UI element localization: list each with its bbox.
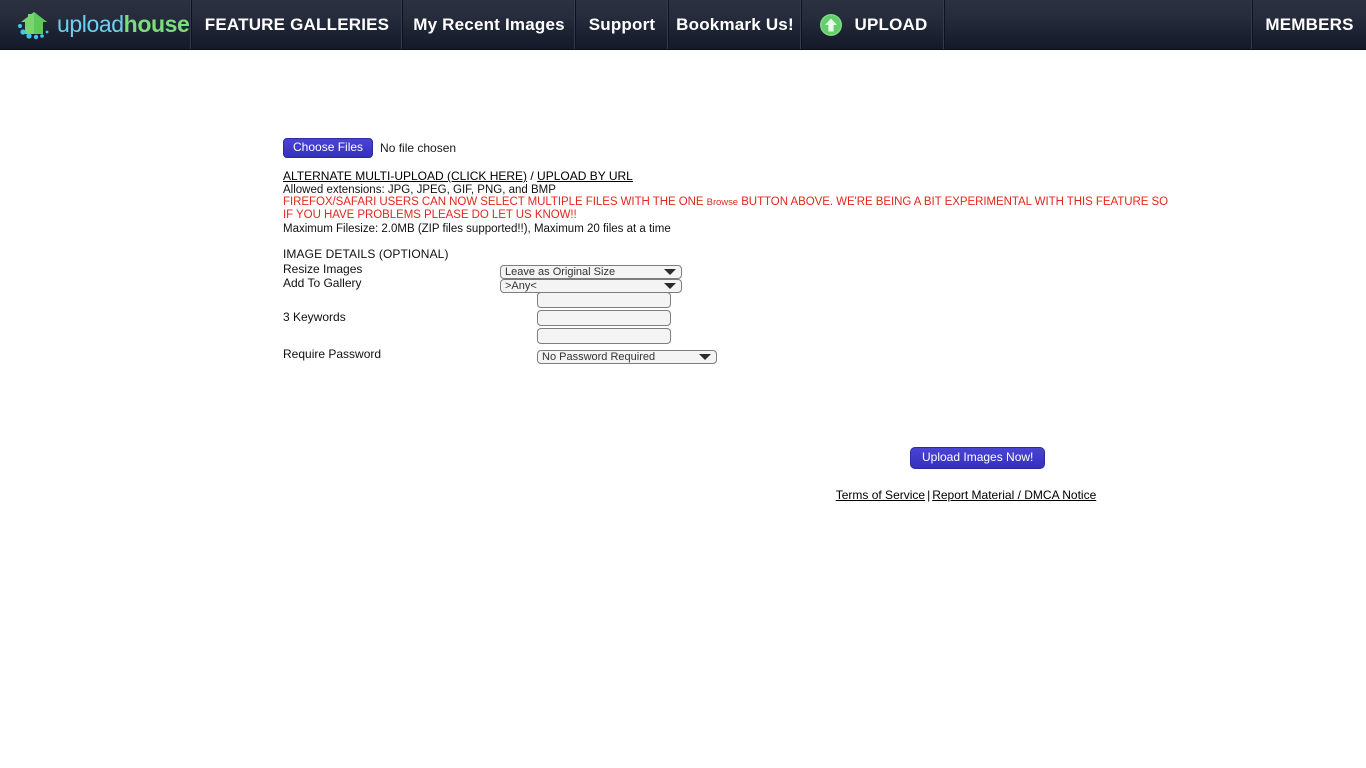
nav-support-label: Support	[588, 14, 656, 34]
multi-upload-warning-line-2: IF YOU HAVE PROBLEMS PLEASE DO LET US KN…	[283, 208, 577, 221]
keyword-input-1[interactable]	[537, 291, 671, 308]
upload-by-url-link[interactable]: UPLOAD BY URL	[537, 169, 633, 183]
add-to-gallery-select-wrap: >Any<	[500, 276, 682, 294]
file-status-text: No file chosen	[380, 140, 457, 155]
nav-upload-label: UPLOAD	[854, 14, 928, 34]
image-details-fields: Resize Images Leave as Original Size Add…	[283, 261, 1283, 364]
nav-my-recent-images-label: My Recent Images	[413, 14, 565, 34]
image-details-heading: IMAGE DETAILS (OPTIONAL)	[283, 246, 449, 261]
choose-files-button[interactable]: Choose Files	[283, 137, 374, 158]
upload-images-now-button[interactable]: Upload Images Now!	[910, 447, 1046, 469]
logo-text-house: house	[123, 11, 190, 37]
logo-wordmark: uploadhouse	[57, 11, 190, 38]
keyword-input-3[interactable]	[537, 327, 671, 344]
nav-bookmark-us[interactable]: Bookmark Us!	[669, 0, 802, 49]
warning-text-b: BUTTON ABOVE. WE'RE BEING A BIT EXPERIME…	[738, 196, 1169, 208]
require-password-select[interactable]: No Password Required	[537, 349, 717, 364]
add-to-gallery-select[interactable]: >Any<	[500, 278, 682, 293]
require-password-row: Require Password No Password Required	[283, 346, 1283, 364]
terms-of-service-link[interactable]: Terms of Service	[836, 488, 925, 502]
dmca-notice-link[interactable]: Report Material / DMCA Notice	[932, 488, 1096, 502]
nav-bookmark-us-label: Bookmark Us!	[676, 14, 794, 34]
upload-form: Choose Files No file chosen ALTERNATE MU…	[283, 137, 1283, 502]
allowed-extensions-text: Allowed extensions: JPG, JPEG, GIF, PNG,…	[283, 184, 556, 196]
warning-browse-word: Browse	[706, 197, 739, 208]
multi-upload-warning-line-1: FIREFOX/SAFARI USERS CAN NOW SELECT MULT…	[283, 196, 1283, 209]
warning-text-a: FIREFOX/SAFARI USERS CAN NOW SELECT MULT…	[283, 196, 707, 208]
nav-feature-galleries-label: FEATURE GALLERIES	[204, 14, 390, 34]
logo-text-upload: upload	[57, 11, 124, 37]
site-logo[interactable]: uploadhouse	[0, 0, 192, 49]
keyword-inputs-group	[537, 291, 671, 346]
alternate-multi-upload-link[interactable]: ALTERNATE MULTI-UPLOAD (CLICK HERE)	[283, 169, 527, 183]
require-password-select-wrap: No Password Required	[537, 347, 717, 365]
footer-links: Terms of Service | Report Material / DMCA …	[283, 488, 1366, 502]
add-to-gallery-row: Add To Gallery >Any<	[283, 275, 1283, 293]
nav-upload[interactable]: UPLOAD	[802, 0, 945, 49]
require-password-label: Require Password	[283, 346, 382, 361]
file-chooser-row: Choose Files No file chosen	[283, 137, 1283, 158]
keyword-input-2[interactable]	[537, 309, 671, 326]
top-navigation-bar: uploadhouse FEATURE GALLERIES My Recent …	[0, 0, 1366, 50]
nav-members-label: MEMBERS	[1265, 14, 1354, 34]
upload-arrow-icon	[819, 13, 842, 36]
keywords-row: 3 Keywords	[283, 291, 1283, 346]
nav-my-recent-images[interactable]: My Recent Images	[403, 0, 576, 49]
alternate-upload-links: ALTERNATE MULTI-UPLOAD (CLICK HERE) / UP…	[283, 169, 1283, 183]
nav-feature-galleries[interactable]: FEATURE GALLERIES	[192, 0, 403, 49]
resize-images-label: Resize Images	[283, 261, 363, 276]
house-logo-icon	[18, 11, 49, 39]
add-to-gallery-label: Add To Gallery	[283, 275, 362, 290]
nav-spacer	[945, 0, 1253, 49]
nav-support[interactable]: Support	[576, 0, 669, 49]
nav-members[interactable]: MEMBERS	[1253, 0, 1366, 49]
link-separator: /	[527, 169, 538, 183]
max-filesize-text: Maximum Filesize: 2.0MB (ZIP files suppo…	[283, 222, 671, 235]
resize-images-row: Resize Images Leave as Original Size	[283, 261, 1283, 279]
keywords-label: 3 Keywords	[283, 309, 346, 324]
